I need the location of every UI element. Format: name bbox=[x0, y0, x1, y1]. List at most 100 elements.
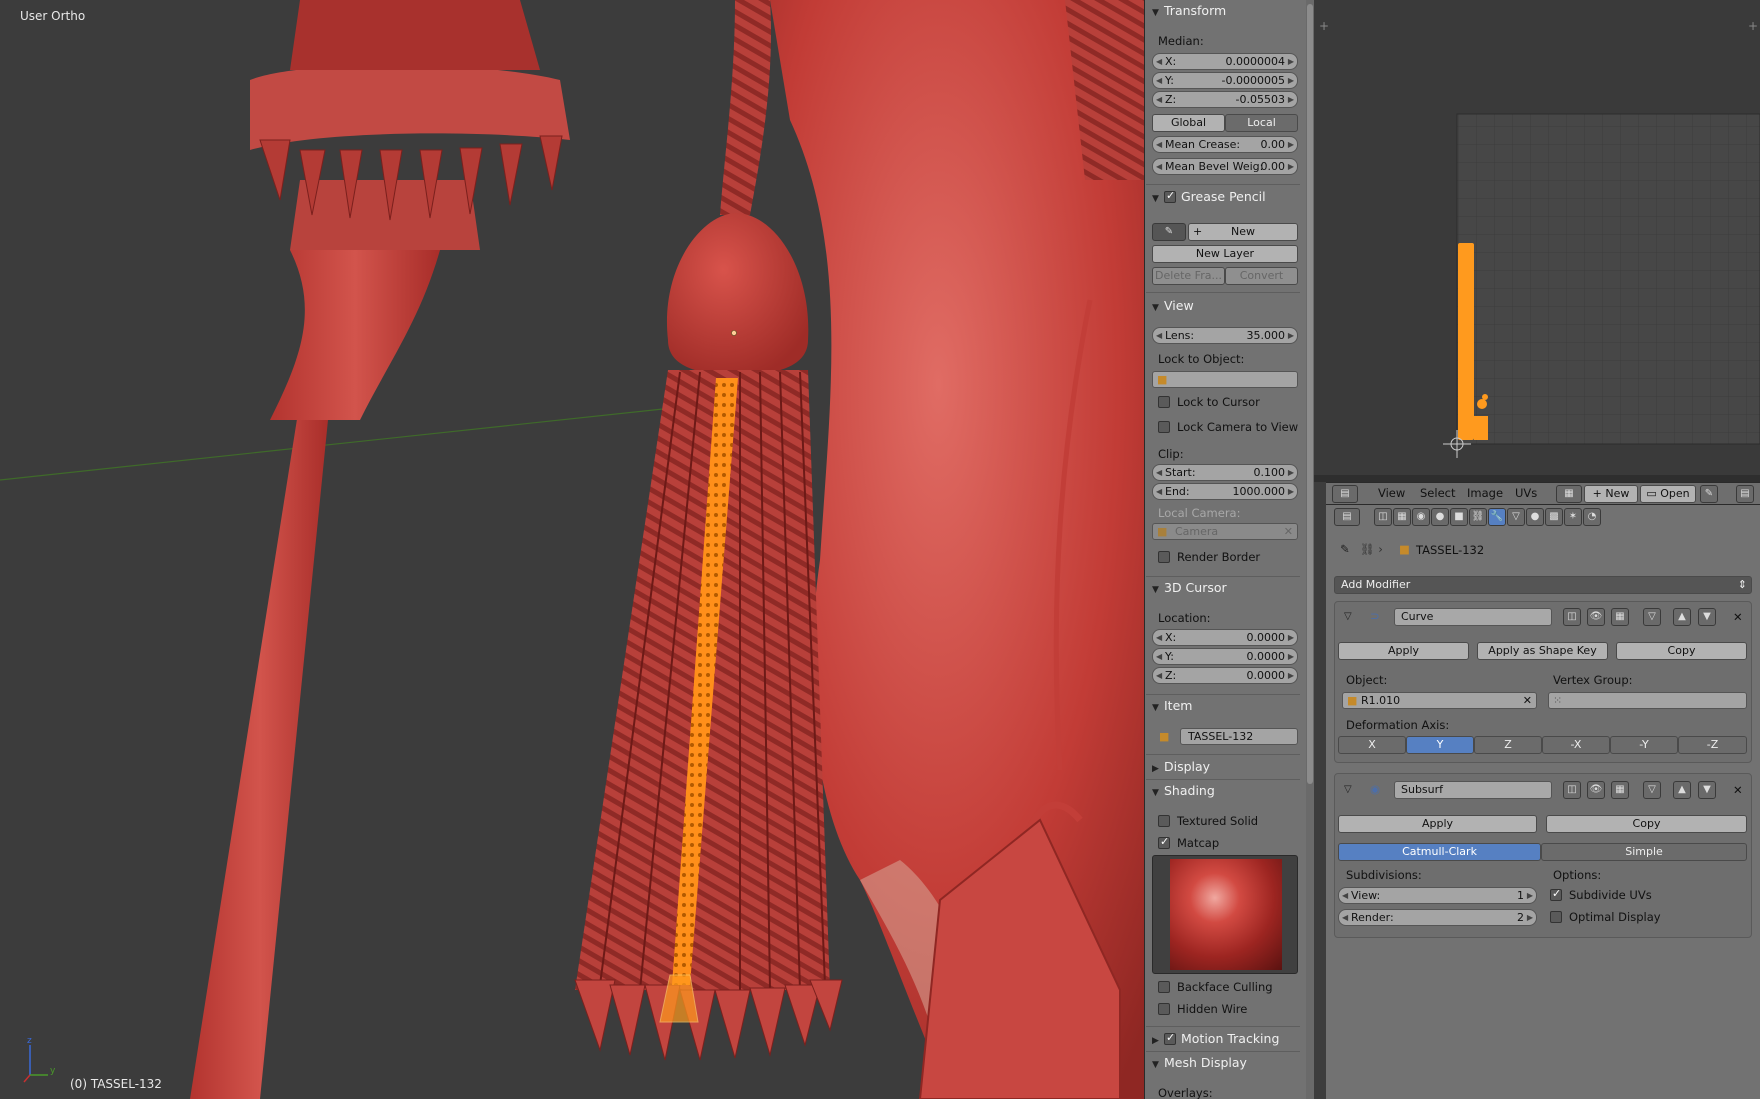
collapse-icon[interactable]: ▽ bbox=[1344, 784, 1352, 795]
move-up-icon[interactable]: ▲ bbox=[1673, 781, 1691, 799]
optimal-display-checkbox[interactable] bbox=[1550, 911, 1562, 923]
subdivide-uvs-checkbox[interactable] bbox=[1550, 887, 1562, 901]
subdiv-view-field[interactable]: ◀ View: 1 ▶ bbox=[1338, 887, 1537, 904]
uv-image-editor[interactable]: + + bbox=[1314, 0, 1760, 475]
menu-select[interactable]: Select bbox=[1420, 486, 1455, 500]
panel-mesh-display-header[interactable]: ▼ Mesh Display bbox=[1152, 1055, 1302, 1073]
panel-display-header[interactable]: ▶ Display bbox=[1152, 759, 1302, 777]
cursor-z-field[interactable]: ◀ Z: 0.0000 ▶ bbox=[1152, 667, 1298, 684]
panel-item-header[interactable]: ▼ Item bbox=[1152, 698, 1302, 716]
image-browse-icon[interactable]: ▦ bbox=[1556, 485, 1582, 503]
vertex-group-field[interactable]: ⁙ bbox=[1548, 692, 1747, 709]
hidden-wire-checkbox[interactable] bbox=[1158, 1003, 1170, 1015]
lock-cursor-checkbox[interactable] bbox=[1158, 396, 1170, 408]
global-toggle[interactable]: Global bbox=[1152, 114, 1225, 132]
axis-neg-x-button[interactable]: -X bbox=[1542, 736, 1610, 754]
cursor-x-field[interactable]: ◀ X: 0.0000 ▶ bbox=[1152, 629, 1298, 646]
area-divider[interactable] bbox=[1314, 475, 1760, 482]
curve-modifier-name[interactable]: Curve bbox=[1394, 608, 1552, 626]
median-y-field[interactable]: ◀ Y: -0.0000005 ▶ bbox=[1152, 72, 1298, 89]
panel-3d-cursor-header[interactable]: ▼ 3D Cursor bbox=[1152, 580, 1302, 598]
shelf-scrollbar[interactable] bbox=[1306, 0, 1314, 1099]
new-layer-button[interactable]: New Layer bbox=[1152, 245, 1298, 263]
lens-field[interactable]: ◀ Lens: 35.000 ▶ bbox=[1152, 327, 1298, 344]
image-new-button[interactable]: + New bbox=[1584, 485, 1638, 503]
matcap-checkbox[interactable] bbox=[1158, 835, 1170, 849]
local-camera-field[interactable]: ■ Camera ✕ bbox=[1152, 523, 1298, 540]
delete-frame-button[interactable]: Delete Fra... bbox=[1152, 267, 1225, 285]
clip-end-field[interactable]: ◀ End: 1000.000 ▶ bbox=[1152, 483, 1298, 500]
lock-object-field[interactable]: ■ bbox=[1152, 371, 1298, 388]
editor-type-icon[interactable]: ▤ bbox=[1332, 485, 1358, 503]
pin-icon[interactable]: ✎ bbox=[1700, 485, 1718, 503]
remove-modifier-icon[interactable]: ✕ bbox=[1733, 610, 1743, 624]
move-up-icon[interactable]: ▲ bbox=[1673, 608, 1691, 626]
clip-start-field[interactable]: ◀ Start: 0.100 ▶ bbox=[1152, 464, 1298, 481]
axis-neg-z-button[interactable]: -Z bbox=[1678, 736, 1747, 754]
local-toggle[interactable]: Local bbox=[1225, 114, 1298, 132]
modifiers-tab-icon[interactable]: 🔧 bbox=[1488, 508, 1506, 526]
add-modifier-dropdown[interactable]: Add Modifier ⇕ bbox=[1334, 576, 1752, 594]
shelf-scrollbar-thumb[interactable] bbox=[1307, 4, 1313, 784]
collapse-icon[interactable]: ▽ bbox=[1344, 611, 1352, 622]
viewport-toggle-icon[interactable]: 👁 bbox=[1587, 608, 1605, 626]
remove-modifier-icon[interactable]: ✕ bbox=[1733, 783, 1743, 797]
simple-button[interactable]: Simple bbox=[1541, 843, 1747, 861]
curve-apply-button[interactable]: Apply bbox=[1338, 642, 1469, 660]
panel-motion-tracking-header[interactable]: ▶Motion Tracking bbox=[1152, 1031, 1302, 1049]
scene-tab-icon[interactable]: ◉ bbox=[1412, 508, 1430, 526]
axis-x-button[interactable]: X bbox=[1338, 736, 1406, 754]
layers-tab-icon[interactable]: ▦ bbox=[1393, 508, 1411, 526]
axis-neg-y-button[interactable]: -Y bbox=[1610, 736, 1678, 754]
data-tab-icon[interactable]: ▽ bbox=[1507, 508, 1525, 526]
convert-button[interactable]: Convert bbox=[1225, 267, 1298, 285]
catmull-clark-button[interactable]: Catmull-Clark bbox=[1338, 843, 1541, 861]
constraints-tab-icon[interactable]: ⛓ bbox=[1469, 508, 1487, 526]
subdiv-render-field[interactable]: ◀ Render: 2 ▶ bbox=[1338, 909, 1537, 926]
texture-tab-icon[interactable]: ▩ bbox=[1545, 508, 1563, 526]
clear-icon[interactable]: ✕ bbox=[1523, 693, 1532, 708]
object-tab-icon[interactable]: ■ bbox=[1450, 508, 1468, 526]
panel-grease-pencil-header[interactable]: ▼Grease Pencil bbox=[1152, 189, 1302, 207]
median-x-field[interactable]: ◀ X: 0.0000004 ▶ bbox=[1152, 53, 1298, 70]
material-tab-icon[interactable]: ● bbox=[1526, 508, 1544, 526]
cursor-y-field[interactable]: ◀ Y: 0.0000 ▶ bbox=[1152, 648, 1298, 665]
textured-solid-checkbox[interactable] bbox=[1158, 815, 1170, 827]
curve-apply-shape-key-button[interactable]: Apply as Shape Key bbox=[1477, 642, 1608, 660]
particles-tab-icon[interactable]: ✶ bbox=[1564, 508, 1582, 526]
menu-view[interactable]: View bbox=[1378, 486, 1405, 500]
cage-toggle-icon[interactable]: ▽ bbox=[1643, 608, 1661, 626]
move-down-icon[interactable]: ▼ bbox=[1698, 781, 1716, 799]
backface-culling-checkbox[interactable] bbox=[1158, 981, 1170, 993]
physics-tab-icon[interactable]: ◔ bbox=[1583, 508, 1601, 526]
3d-viewport[interactable]: User Ortho (0) TASSEL-132 z y bbox=[0, 0, 1144, 1099]
subsurf-copy-button[interactable]: Copy bbox=[1546, 815, 1747, 833]
render-border-checkbox[interactable] bbox=[1158, 551, 1170, 563]
render-tab-icon[interactable]: ◫ bbox=[1374, 508, 1392, 526]
viewport-toggle-icon[interactable]: 👁 bbox=[1587, 781, 1605, 799]
world-tab-icon[interactable]: ● bbox=[1431, 508, 1449, 526]
grease-pencil-enable-checkbox[interactable] bbox=[1164, 189, 1176, 203]
panel-shading-header[interactable]: ▼ Shading bbox=[1152, 783, 1302, 801]
panel-transform-header[interactable]: ▼ Transform bbox=[1152, 3, 1302, 21]
axis-y-button[interactable]: Y bbox=[1406, 736, 1474, 754]
subsurf-modifier-name[interactable]: Subsurf bbox=[1394, 781, 1552, 799]
pencil-icon[interactable]: ✎ bbox=[1152, 223, 1186, 241]
move-down-icon[interactable]: ▼ bbox=[1698, 608, 1716, 626]
menu-uvs[interactable]: UVs bbox=[1515, 486, 1537, 500]
item-name-field[interactable]: TASSEL-132 bbox=[1180, 728, 1298, 745]
render-toggle-icon[interactable]: ◫ bbox=[1563, 781, 1581, 799]
curve-copy-button[interactable]: Copy bbox=[1616, 642, 1747, 660]
clear-icon[interactable]: ✕ bbox=[1284, 524, 1293, 539]
image-icon[interactable]: ▤ bbox=[1736, 485, 1754, 503]
image-open-button[interactable]: ▭ Open bbox=[1640, 485, 1696, 503]
curve-object-field[interactable]: ■ R1.010 ✕ bbox=[1342, 692, 1537, 709]
pin-icon[interactable]: ✎ bbox=[1340, 542, 1350, 556]
mean-bevel-field[interactable]: ◀ Mean Bevel Weig: 0.00 ▶ bbox=[1152, 158, 1298, 175]
cage-toggle-icon[interactable]: ▽ bbox=[1643, 781, 1661, 799]
axis-z-button[interactable]: Z bbox=[1474, 736, 1542, 754]
median-z-field[interactable]: ◀ Z: -0.05503 ▶ bbox=[1152, 91, 1298, 108]
panel-view-header[interactable]: ▼ View bbox=[1152, 298, 1302, 316]
editor-type-icon[interactable]: ▤ bbox=[1334, 508, 1360, 526]
grease-new-button[interactable]: + New bbox=[1188, 223, 1298, 241]
